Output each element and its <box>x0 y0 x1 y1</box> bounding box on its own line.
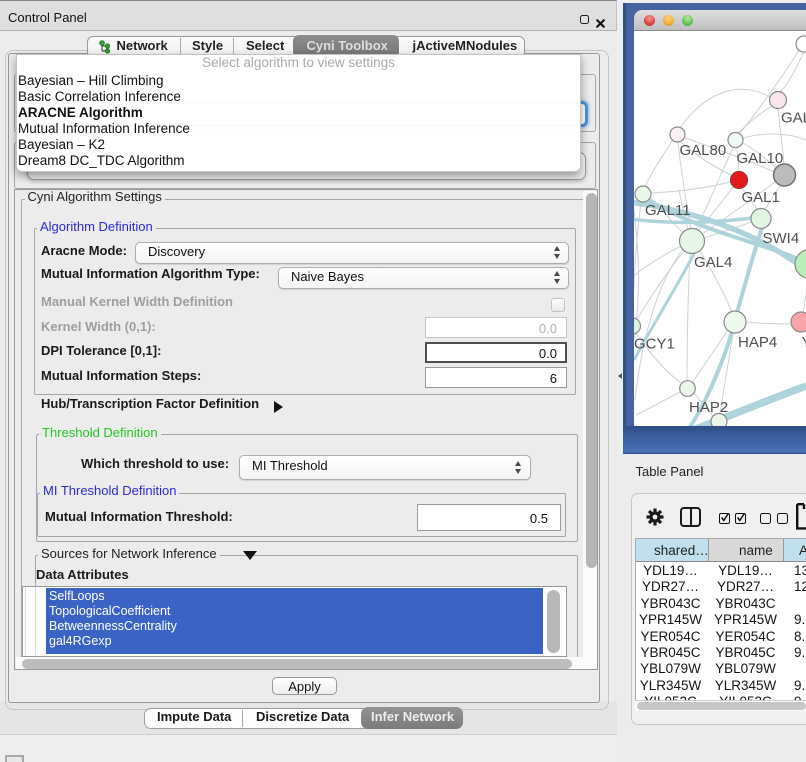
svg-text:GCY1: GCY1 <box>634 336 675 353</box>
svg-text:GAL1: GAL1 <box>742 189 780 206</box>
svg-text:GAL2: GAL2 <box>781 110 806 127</box>
svg-text:SWI4: SWI4 <box>763 230 800 247</box>
svg-text:HAP4: HAP4 <box>738 334 777 351</box>
svg-text:HAP2: HAP2 <box>689 399 728 416</box>
svg-text:GAL10: GAL10 <box>737 150 784 167</box>
svg-text:GAL4: GAL4 <box>694 254 732 271</box>
svg-text:Y: Y <box>802 334 806 351</box>
svg-text:GAL11: GAL11 <box>645 202 691 219</box>
svg-text:GAL80: GAL80 <box>680 142 727 159</box>
